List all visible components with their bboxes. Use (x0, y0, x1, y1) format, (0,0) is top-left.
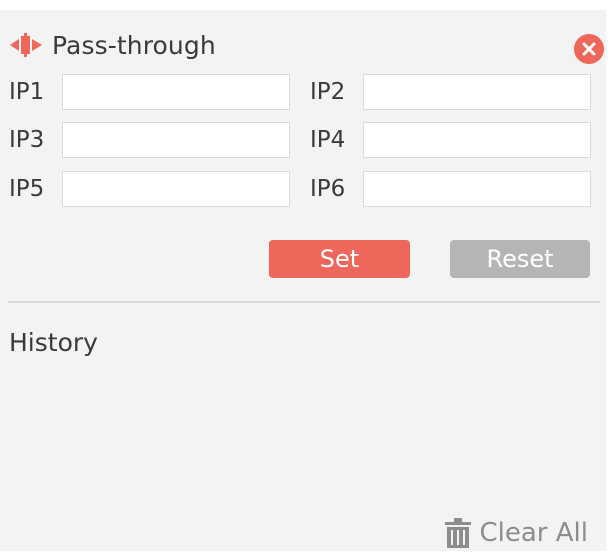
reset-button[interactable]: Reset (450, 240, 590, 278)
close-icon (582, 42, 596, 56)
pass-through-icon (8, 33, 44, 57)
divider (8, 301, 600, 303)
ip4-input[interactable] (363, 122, 591, 158)
ip2-label: IP2 (310, 79, 346, 105)
ip2-input[interactable] (363, 74, 591, 110)
panel-header: Pass-through (8, 30, 216, 60)
ip1-label: IP1 (9, 79, 45, 105)
ip3-label: IP3 (9, 127, 45, 153)
ip5-label: IP5 (9, 176, 45, 202)
ip6-input[interactable] (363, 171, 591, 207)
set-button[interactable]: Set (269, 240, 410, 278)
clear-all-label: Clear All (479, 518, 589, 548)
clear-all-button[interactable]: Clear All (444, 518, 589, 548)
panel-title: Pass-through (52, 30, 216, 60)
pass-through-panel: Pass-through IP1 IP2 IP3 IP4 IP5 IP6 Set… (0, 10, 606, 551)
ip4-label: IP4 (310, 127, 346, 153)
ip3-input[interactable] (62, 122, 290, 158)
trash-icon (444, 518, 472, 548)
ip6-label: IP6 (310, 176, 346, 202)
ip1-input[interactable] (62, 74, 290, 110)
history-heading: History (9, 328, 98, 357)
ip5-input[interactable] (62, 171, 290, 207)
close-button[interactable] (574, 34, 604, 64)
